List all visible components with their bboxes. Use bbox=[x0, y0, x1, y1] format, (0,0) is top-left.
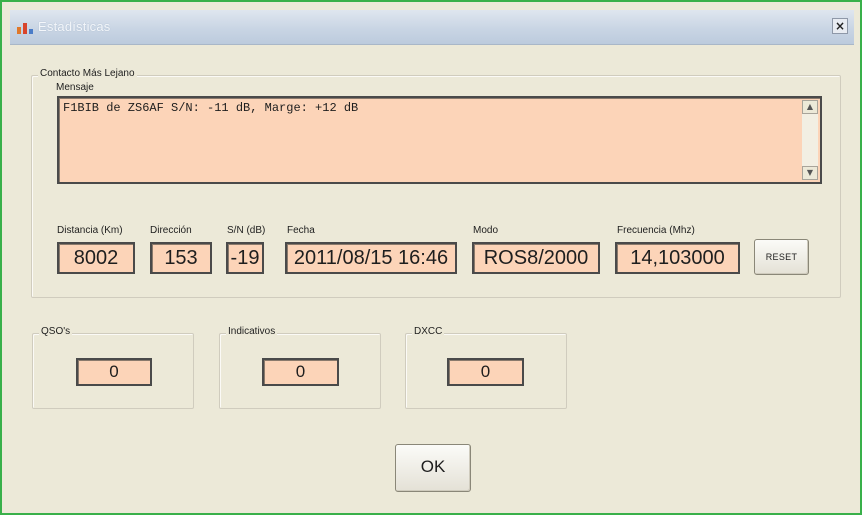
message-scrollbar[interactable]: ▲ ▼ bbox=[802, 100, 818, 180]
callsigns-label: Indicativos bbox=[226, 326, 278, 337]
message-text: F1BIB de ZS6AF S/N: -11 dB, Marge: +12 d… bbox=[63, 101, 359, 115]
farthest-contact-group-label: Contacto Más Lejano bbox=[38, 68, 137, 79]
scroll-up-icon[interactable]: ▲ bbox=[802, 100, 818, 114]
date-field: 2011/08/15 16:46 bbox=[285, 242, 457, 274]
mode-field: ROS8/2000 bbox=[472, 242, 600, 274]
snr-label: S/N (dB) bbox=[227, 225, 266, 236]
mode-label: Modo bbox=[473, 225, 499, 236]
farthest-contact-group: Contacto Más Lejano Mensaje F1BIB de ZS6… bbox=[31, 68, 841, 298]
frequency-field: 14,103000 bbox=[615, 242, 740, 274]
snr-field: -19 bbox=[226, 242, 264, 274]
qsos-field: 0 bbox=[76, 358, 152, 386]
bar-chart-icon bbox=[17, 23, 33, 34]
callsigns-group: Indicativos 0 bbox=[219, 326, 381, 409]
distance-label: Distancia (Km) bbox=[57, 225, 123, 236]
callsigns-field: 0 bbox=[262, 358, 339, 386]
window-frame: Estadísticas × Contacto Más Lejano Mensa… bbox=[0, 0, 862, 515]
dialog-body: Contacto Más Lejano Mensaje F1BIB de ZS6… bbox=[10, 45, 854, 509]
dxcc-label: DXCC bbox=[412, 326, 445, 337]
dxcc-field: 0 bbox=[447, 358, 524, 386]
direction-label: Dirección bbox=[150, 225, 192, 236]
ok-button[interactable]: OK bbox=[395, 444, 471, 492]
frequency-label: Frecuencia (Mhz) bbox=[617, 225, 695, 236]
direction-field: 153 bbox=[150, 242, 212, 274]
date-label: Fecha bbox=[287, 225, 315, 236]
scroll-down-icon[interactable]: ▼ bbox=[802, 166, 818, 180]
message-textarea[interactable]: F1BIB de ZS6AF S/N: -11 dB, Marge: +12 d… bbox=[57, 96, 822, 184]
distance-field: 8002 bbox=[57, 242, 135, 274]
qsos-label: QSO's bbox=[39, 326, 73, 337]
window-title: Estadísticas bbox=[38, 19, 111, 34]
qsos-group: QSO's 0 bbox=[32, 326, 194, 409]
dxcc-group: DXCC 0 bbox=[405, 326, 567, 409]
message-label: Mensaje bbox=[56, 82, 94, 93]
title-bar[interactable]: Estadísticas × bbox=[10, 10, 854, 45]
reset-button[interactable]: RESET bbox=[754, 239, 809, 275]
close-button[interactable]: × bbox=[832, 18, 848, 34]
